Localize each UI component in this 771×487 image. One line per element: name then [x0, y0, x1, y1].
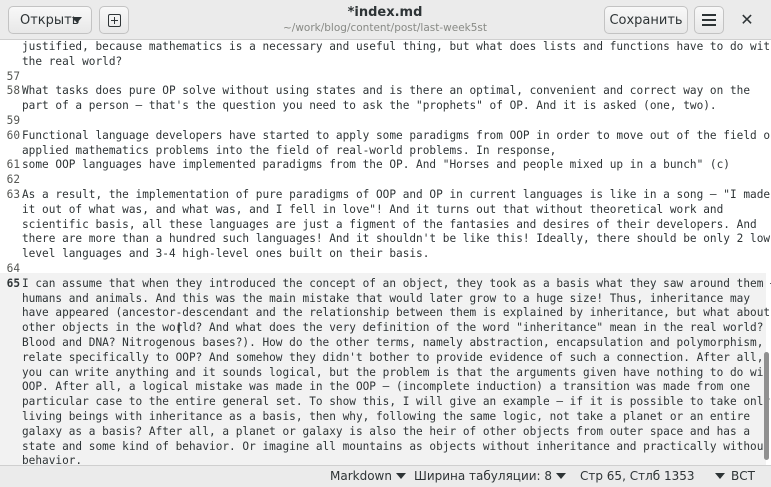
text-line[interactable]: applied mathematics problems into the fi… [22, 144, 556, 157]
text-line[interactable]: some OOP languages have implemented para… [22, 158, 730, 171]
hamburger-menu-icon [702, 14, 716, 16]
text-line[interactable]: What tasks does pure OP solve without us… [22, 84, 750, 97]
language-selector[interactable]: Markdown [330, 469, 406, 483]
tab-width-selector[interactable]: Ширина табуляции: 8 [414, 469, 567, 483]
text-line[interactable]: other objects in the world? And what doe… [22, 321, 763, 334]
line-number: 65 [6, 276, 20, 290]
text-line[interactable]: state and some kind of behavior. Or imag… [22, 440, 770, 453]
text-editor[interactable]: justified, because mathematics is a nece… [0, 40, 771, 465]
text-line[interactable]: it out of what was, and what was, and I … [22, 203, 723, 216]
line-number: 60 [6, 128, 20, 142]
scrollbar-thumb[interactable] [764, 352, 769, 460]
text-line[interactable]: As a result, the implementation of pure … [22, 188, 770, 201]
insert-mode-indicator[interactable]: ВСТ [731, 469, 755, 483]
chevron-down-icon [714, 473, 725, 479]
tab-width-label: Ширина табуляции: 8 [414, 469, 553, 483]
line-number: 59 [6, 114, 20, 127]
main-menu-button[interactable] [694, 6, 724, 34]
line-number: 57 [6, 69, 20, 83]
chevron-down-icon [556, 473, 567, 479]
hamburger-menu-icon [702, 24, 716, 26]
mouse-ibeam-pointer: Ⅰ [177, 321, 182, 337]
close-button[interactable]: ✕ [736, 10, 758, 30]
document-title: *index.md [347, 5, 423, 20]
chevron-down-icon [72, 17, 82, 23]
hamburger-menu-icon [702, 19, 716, 21]
open-button[interactable]: Открыть [8, 6, 92, 34]
text-line[interactable]: have appeared (ancestor-descendant and t… [22, 306, 770, 319]
status-bar: Markdown Ширина табуляции: 8 Стр 65, Стл… [0, 465, 771, 487]
open-button-label: Открыть [20, 12, 80, 28]
text-line[interactable]: the real world? [22, 55, 122, 68]
editor-window: Открыть *index.md ~/work/blog/content/po… [0, 0, 771, 487]
new-tab-icon [107, 13, 121, 27]
text-line[interactable]: I can assume that when they introduced t… [22, 277, 771, 290]
text-line[interactable]: level languages and 3-4 high-level ones … [22, 247, 429, 260]
text-line[interactable]: scientific basis, all these languages ar… [22, 218, 757, 231]
cursor-position-label: Стр 65, Стлб 1353 [580, 469, 695, 483]
language-label: Markdown [330, 469, 392, 483]
text-line[interactable]: living beings with inheritance as a basi… [22, 410, 750, 423]
line-number: 58 [6, 84, 20, 98]
text-line[interactable]: there are more than a hundred such langu… [22, 232, 771, 245]
document-path: ~/work/blog/content/post/last-week5st [282, 22, 488, 34]
text-line[interactable]: Blood and DNA? Nitrogenous bases?). How … [22, 336, 763, 349]
text-line[interactable]: humans and animals. And this was the mai… [22, 292, 750, 305]
text-line[interactable]: behavior. [22, 454, 82, 465]
line-number: 62 [6, 173, 20, 187]
text-line[interactable]: part of a person — that's the question y… [22, 99, 717, 112]
chevron-down-icon [395, 473, 406, 479]
cursor-position-selector[interactable]: Стр 65, Стлб 1353 [580, 469, 725, 483]
title-area: *index.md ~/work/blog/content/post/last-… [230, 5, 540, 35]
line-number: 64 [6, 262, 20, 275]
close-icon: ✕ [740, 10, 754, 29]
text-line[interactable]: you can write anything and it sounds log… [22, 366, 771, 379]
save-button[interactable]: Сохранить [604, 6, 688, 34]
text-line[interactable]: relate specifically to OOP? And somehow … [22, 351, 763, 364]
text-line[interactable]: particular case to the entire general se… [22, 395, 770, 408]
text-line[interactable]: galaxy as a basis? After all, a planet o… [22, 425, 750, 438]
line-number: 63 [6, 188, 20, 201]
header-bar: Открыть *index.md ~/work/blog/content/po… [0, 0, 771, 40]
text-line[interactable]: OOP. After all, a logical mistake was ma… [22, 380, 750, 393]
text-line[interactable]: Functional language developers have star… [22, 129, 771, 142]
text-line[interactable]: justified, because mathematics is a nece… [22, 40, 771, 53]
new-tab-button[interactable] [99, 6, 129, 34]
line-number: 61 [6, 158, 20, 172]
